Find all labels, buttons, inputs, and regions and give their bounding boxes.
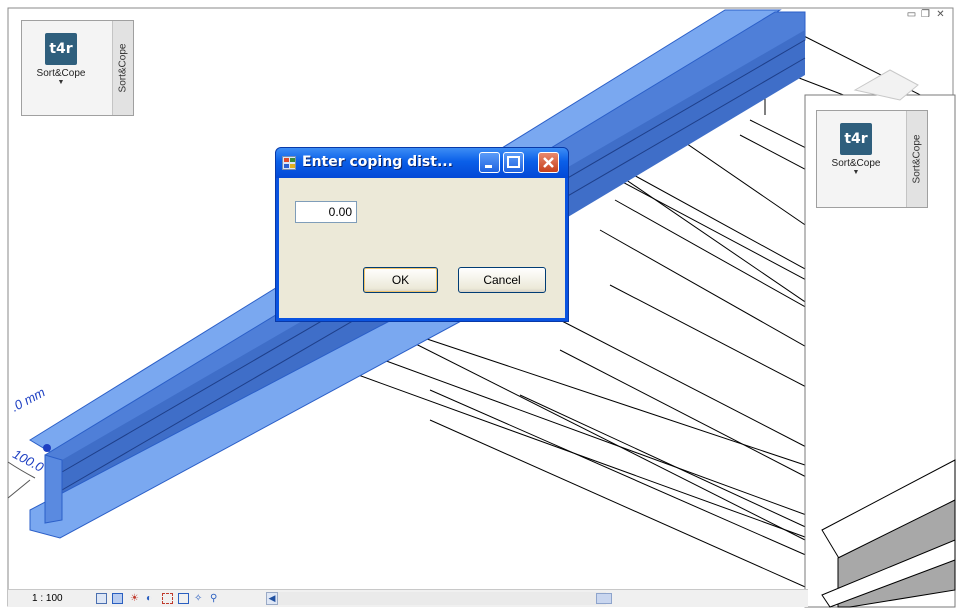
dialog-titlebar[interactable]: Enter coping dist...	[276, 148, 568, 178]
sort-cope-panel-right: t4r Sort&Cope ▼ Sort&Cope	[816, 110, 928, 208]
sort-cope-button-right[interactable]: t4r Sort&Cope ▼	[823, 119, 889, 199]
dropdown-arrow-icon: ▼	[852, 169, 860, 176]
view-scale[interactable]: 1 : 100	[32, 593, 63, 604]
close-icon[interactable]	[538, 152, 559, 173]
sort-cope-button-label: Sort&Cope	[36, 68, 86, 79]
minimize-view-icon[interactable]: ▭	[906, 9, 917, 20]
horizontal-scrollbar[interactable]: ◀	[266, 592, 612, 605]
detail-level-icon[interactable]	[96, 593, 107, 604]
reveal-hidden-icon[interactable]: ⚲	[210, 593, 221, 604]
dialog-title: Enter coping dist...	[302, 154, 453, 170]
restore-view-icon[interactable]: ❐	[920, 9, 931, 20]
minimize-icon[interactable]	[479, 152, 500, 173]
sort-cope-button-left[interactable]: t4r Sort&Cope ▼	[28, 29, 94, 109]
temporary-hide-icon[interactable]: ✧	[194, 593, 205, 604]
sort-cope-button-label: Sort&Cope	[831, 158, 881, 169]
panel-title-text: Sort&Cope	[117, 43, 129, 93]
crop-region-icon[interactable]	[162, 593, 173, 604]
crop-visibility-icon[interactable]	[178, 593, 189, 604]
visual-style-icon[interactable]	[112, 593, 123, 604]
coping-distance-dialog: Enter coping dist... OK Cancel	[275, 147, 569, 322]
scroll-thumb[interactable]	[596, 593, 612, 604]
ok-button[interactable]: OK	[363, 267, 438, 293]
sort-cope-panel-left: t4r Sort&Cope ▼ Sort&Cope	[21, 20, 134, 116]
dialog-client-area: OK Cancel	[279, 178, 565, 318]
t4r-logo-icon: t4r	[45, 33, 77, 65]
dropdown-arrow-icon: ▼	[57, 79, 65, 86]
panel-title-right: Sort&Cope	[906, 111, 927, 207]
shadows-icon[interactable]: ◐	[146, 593, 157, 604]
panel-title-left: Sort&Cope	[112, 21, 133, 115]
maximize-icon[interactable]	[503, 152, 524, 173]
close-view-icon[interactable]: ✕	[935, 9, 946, 20]
panel-title-text: Sort&Cope	[911, 134, 923, 184]
view-control-bar: 1 : 100 ☀ ◐ ✧ ⚲ ◀	[8, 589, 808, 607]
cancel-button[interactable]: Cancel	[458, 267, 546, 293]
scroll-left-icon[interactable]: ◀	[266, 592, 278, 605]
sun-path-icon[interactable]: ☀	[130, 593, 141, 604]
app-icon	[282, 156, 296, 170]
coping-distance-input[interactable]	[295, 201, 357, 223]
t4r-logo-icon: t4r	[840, 123, 872, 155]
